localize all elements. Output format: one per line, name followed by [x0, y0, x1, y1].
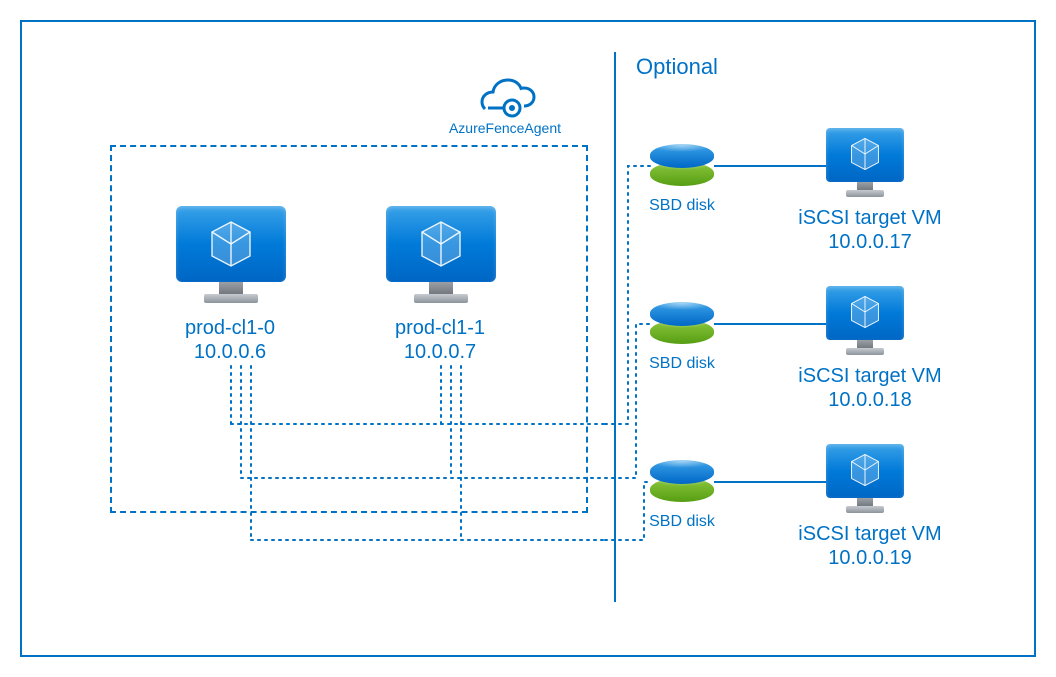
iscsi-target-2-label: iSCSI target VM — [790, 364, 950, 388]
sbd-disk-label-3: SBD disk — [636, 512, 728, 531]
iscsi-target-3-ip: 10.0.0.19 — [790, 546, 950, 570]
prod-cl1-0-ip: 10.0.0.6 — [160, 340, 300, 364]
iscsi-target-1-ip: 10.0.0.17 — [790, 230, 950, 254]
vm-icon-iscsi-2 — [826, 286, 904, 360]
iscsi-target-2-ip: 10.0.0.18 — [790, 388, 950, 412]
iscsi-target-1-label: iSCSI target VM — [790, 206, 950, 230]
prod-cl1-1-name: prod-cl1-1 — [370, 316, 510, 340]
azure-fence-agent-label: AzureFenceAgent — [440, 120, 570, 137]
sbd-disk-icon-2 — [650, 302, 714, 348]
diagram-stage: AzureFenceAgent prod-cl1-0 10.0.0.6 prod… — [0, 0, 1056, 677]
sbd-disk-icon-1 — [650, 144, 714, 190]
vm-icon-iscsi-1 — [826, 128, 904, 202]
iscsi-target-3-label: iSCSI target VM — [790, 522, 950, 546]
prod-cl1-0-name: prod-cl1-0 — [160, 316, 300, 340]
optional-heading: Optional — [636, 54, 756, 80]
azure-cloud-icon — [478, 78, 538, 120]
vm-icon-prod-cl1-1 — [386, 206, 496, 306]
prod-cl1-1-ip: 10.0.0.7 — [370, 340, 510, 364]
sbd-disk-label-1: SBD disk — [636, 196, 728, 215]
sbd-disk-label-2: SBD disk — [636, 354, 728, 373]
sbd-disk-icon-3 — [650, 460, 714, 506]
vm-icon-prod-cl1-0 — [176, 206, 286, 306]
vm-icon-iscsi-3 — [826, 444, 904, 518]
